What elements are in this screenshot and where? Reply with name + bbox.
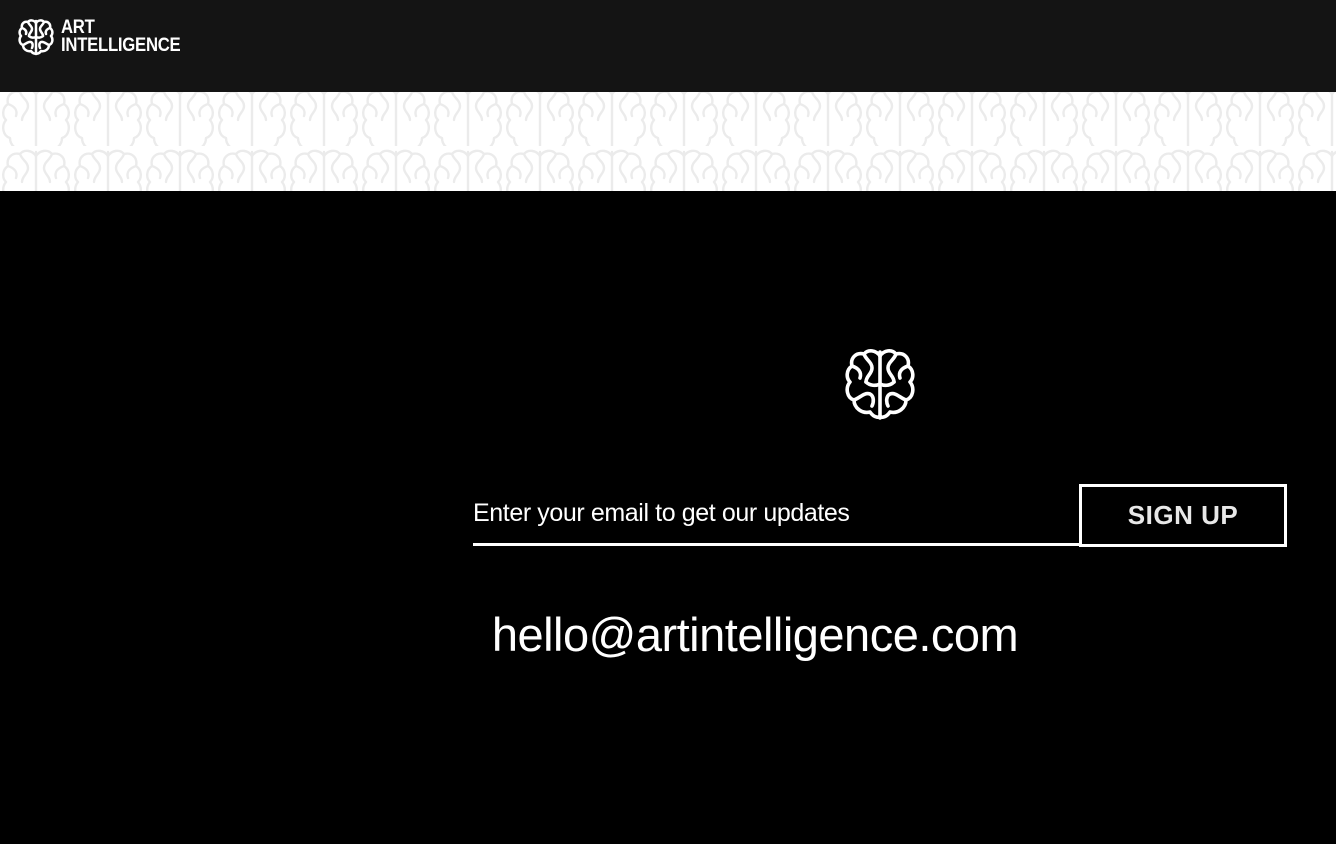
contact-email-link[interactable]: hello@artintelligence.com [348, 607, 1162, 662]
email-input[interactable] [473, 484, 1079, 546]
top-navigation-bar: ART INTELLIGENCE [0, 0, 1336, 92]
logo-line-2: INTELLIGENCE [61, 35, 181, 56]
brain-pattern [0, 92, 1336, 191]
sign-up-button[interactable]: SIGN UP [1079, 484, 1287, 547]
brain-icon [18, 18, 54, 56]
footer-section: SIGN UP hello@artintelligence.com [0, 191, 1336, 844]
logo-wordmark: ART INTELLIGENCE [61, 18, 181, 56]
decorative-pattern-band [0, 92, 1336, 191]
brain-icon [844, 346, 916, 422]
site-logo[interactable]: ART INTELLIGENCE [18, 18, 197, 56]
newsletter-signup-form: SIGN UP [473, 484, 1287, 547]
